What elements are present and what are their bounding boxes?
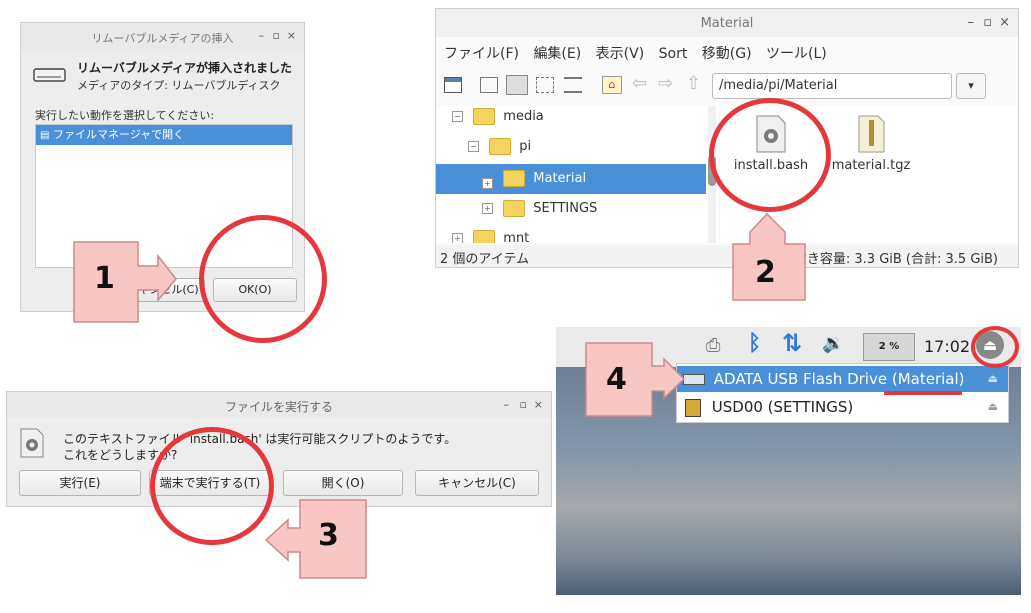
step-4-label: 4 (606, 362, 627, 397)
step-4-arrow-right (585, 342, 686, 417)
